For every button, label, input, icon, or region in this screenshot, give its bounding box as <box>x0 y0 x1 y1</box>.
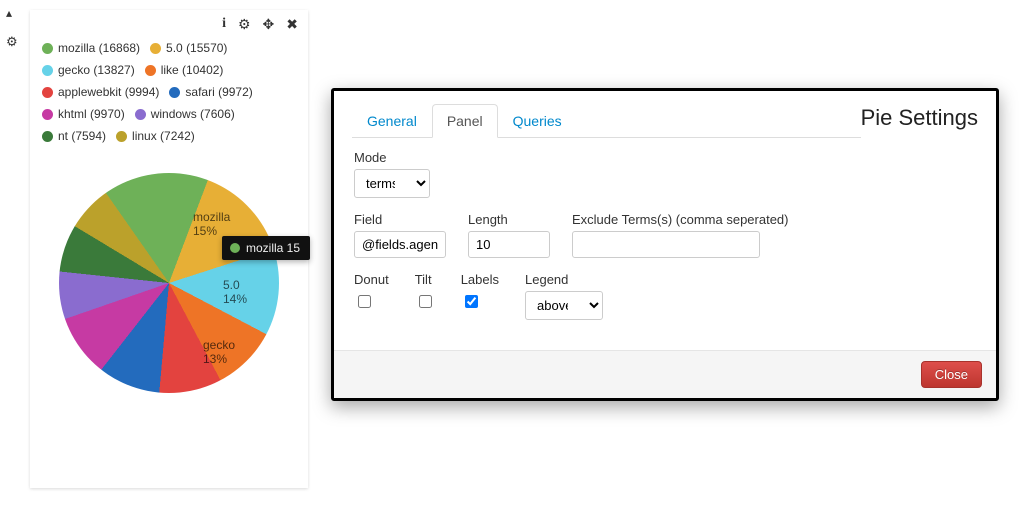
legend-select[interactable]: above <box>525 291 603 320</box>
legend-item[interactable]: windows (7606) <box>135 105 235 123</box>
legend-swatch-icon <box>116 131 127 142</box>
legend-item-label: khtml (9970) <box>58 105 125 123</box>
legend-item[interactable]: mozilla (16868) <box>42 39 140 57</box>
gear-icon[interactable]: ⚙ <box>6 34 18 50</box>
gear-icon[interactable]: ⚙ <box>238 16 251 33</box>
legend-swatch-icon <box>42 87 53 98</box>
panel-toolbar: i ⚙ ✥ ✖ <box>40 16 298 37</box>
legend-item[interactable]: linux (7242) <box>116 127 195 145</box>
legend-item-label: applewebkit (9994) <box>58 83 159 101</box>
legend-swatch-icon <box>145 65 156 76</box>
legend-label: Legend <box>525 272 568 287</box>
legend-item-label: nt (7594) <box>58 127 106 145</box>
legend-item[interactable]: applewebkit (9994) <box>42 83 159 101</box>
close-icon[interactable]: ✖ <box>286 16 298 33</box>
donut-label: Donut <box>354 272 389 287</box>
mode-label: Mode <box>354 150 430 165</box>
legend-item[interactable]: safari (9972) <box>169 83 252 101</box>
field-input[interactable] <box>354 231 446 258</box>
legend-item[interactable]: like (10402) <box>145 61 224 79</box>
mode-select[interactable]: terms <box>354 169 430 198</box>
legend-item-label: safari (9972) <box>185 83 252 101</box>
length-input[interactable] <box>468 231 550 258</box>
exclude-label: Exclude Terms(s) (comma seperated) <box>572 212 789 227</box>
legend-item-label: linux (7242) <box>132 127 195 145</box>
modal-title: Pie Settings <box>861 105 978 131</box>
slice-label: gecko13% <box>203 339 235 367</box>
tabs: General Panel Queries <box>352 103 861 138</box>
exclude-input[interactable] <box>572 231 760 258</box>
legend-item[interactable]: 5.0 (15570) <box>150 39 227 57</box>
slice-label: 5.014% <box>223 279 247 307</box>
legend-swatch-icon <box>169 87 180 98</box>
tilt-label: Tilt <box>415 272 432 287</box>
tooltip-text: mozilla 15 <box>246 241 300 255</box>
chart-tooltip: mozilla 15 <box>222 236 310 260</box>
labels-checkbox[interactable] <box>465 295 478 308</box>
tab-general[interactable]: General <box>352 104 432 138</box>
legend-item-label: mozilla (16868) <box>58 39 140 57</box>
slice-label: mozilla15% <box>193 211 230 239</box>
pie-chart[interactable]: mozilla15% 5.014% gecko13% <box>59 173 279 393</box>
legend-item-label: like (10402) <box>161 61 224 79</box>
legend-swatch-icon <box>42 65 53 76</box>
info-icon[interactable]: i <box>222 16 226 33</box>
legend-item[interactable]: nt (7594) <box>42 127 106 145</box>
tooltip-swatch-icon <box>230 243 240 253</box>
collapse-icon[interactable]: ▴ <box>6 6 18 20</box>
tab-panel[interactable]: Panel <box>432 104 498 138</box>
settings-modal: General Panel Queries Pie Settings Mode … <box>331 88 999 401</box>
legend-item-label: gecko (13827) <box>58 61 135 79</box>
move-icon[interactable]: ✥ <box>263 16 275 33</box>
legend-swatch-icon <box>42 131 53 142</box>
legend-swatch-icon <box>42 43 53 54</box>
legend-item[interactable]: gecko (13827) <box>42 61 135 79</box>
donut-checkbox[interactable] <box>358 295 371 308</box>
close-button[interactable]: Close <box>921 361 982 388</box>
field-label: Field <box>354 212 446 227</box>
chart-legend: mozilla (16868) 5.0 (15570) gecko (13827) l… <box>40 37 298 151</box>
legend-swatch-icon <box>150 43 161 54</box>
tab-queries[interactable]: Queries <box>498 104 577 138</box>
legend-swatch-icon <box>42 109 53 120</box>
legend-item[interactable]: khtml (9970) <box>42 105 125 123</box>
tilt-checkbox[interactable] <box>419 295 432 308</box>
labels-label: Labels <box>461 272 499 287</box>
legend-swatch-icon <box>135 109 146 120</box>
legend-item-label: windows (7606) <box>151 105 235 123</box>
length-label: Length <box>468 212 550 227</box>
legend-item-label: 5.0 (15570) <box>166 39 227 57</box>
